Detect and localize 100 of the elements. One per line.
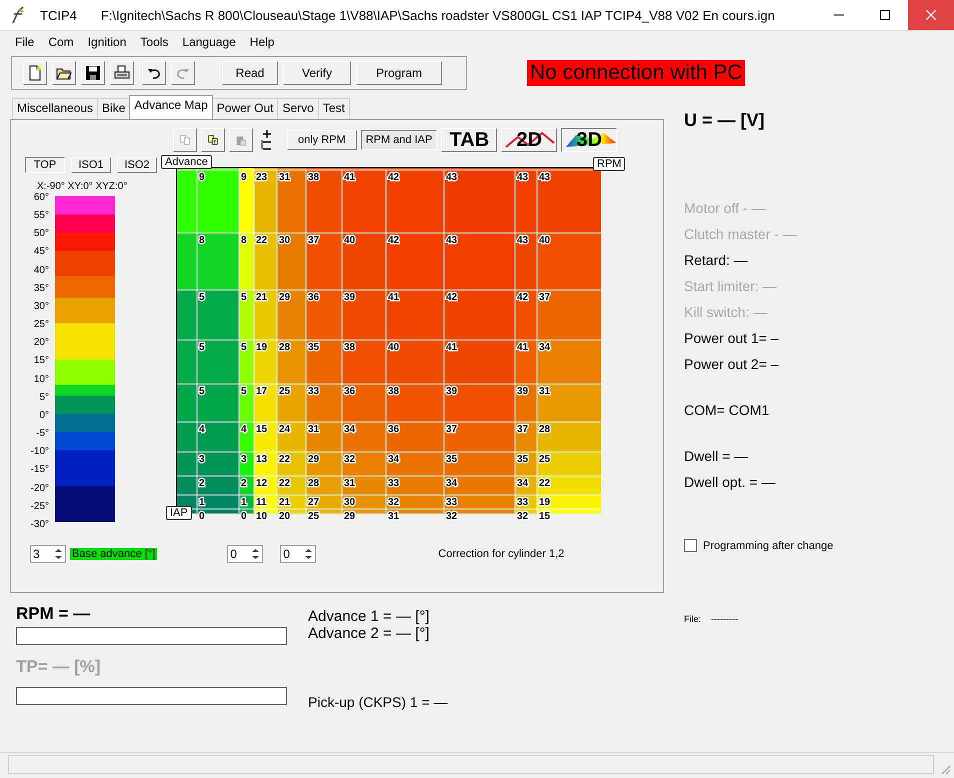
status-line: Clutch master - — xyxy=(684,225,798,244)
map-value: 11 xyxy=(256,497,267,508)
status-line: Dwell opt. = — xyxy=(684,473,776,492)
map-value: 33 xyxy=(446,497,458,508)
map-value: 40 xyxy=(539,235,550,246)
map-value: 37 xyxy=(308,235,320,246)
scale-label: -30° xyxy=(30,518,49,530)
scale-label: 45° xyxy=(32,246,49,258)
map-value: 29 xyxy=(279,292,290,303)
new-file-icon xyxy=(28,65,42,81)
map-value: 19 xyxy=(539,497,550,508)
map-tool-button[interactable] xyxy=(201,128,225,152)
map-value: 28 xyxy=(539,424,550,435)
map-value: 34 xyxy=(539,342,550,353)
map-value: 10 xyxy=(256,511,268,522)
map-value: 43 xyxy=(517,172,528,183)
toolbar-text-button[interactable]: Program xyxy=(356,61,442,85)
map-value: 1 xyxy=(241,497,247,508)
toolbar-text-button[interactable]: Verify xyxy=(283,61,351,85)
projection-button[interactable]: ISO1 xyxy=(71,157,111,173)
map-value: 0 xyxy=(241,511,247,522)
map-value: 39 xyxy=(517,386,528,397)
scale-label: -15° xyxy=(30,464,49,476)
scale-label: 5° xyxy=(38,392,49,403)
map-value: 33 xyxy=(308,386,320,397)
checkbox[interactable] xyxy=(684,539,697,552)
projection-button[interactable]: ISO2 xyxy=(117,157,157,173)
resize-grip-icon[interactable] xyxy=(939,763,951,775)
map-value: 5 xyxy=(241,292,247,303)
toolbar-button[interactable] xyxy=(23,61,47,85)
status-line: Power out 1= – xyxy=(684,329,780,348)
mode-button[interactable]: RPM and IAP xyxy=(360,130,438,150)
view-button[interactable]: TAB xyxy=(441,128,498,152)
file-path: F:\Ignitech\Sachs R 800\Clouseau\Stage 1\V88\IAP\Sachs roadster VS800GL CS1 IAP TCIP4_V88 V02 En cours.ign xyxy=(100,8,776,22)
menu-item[interactable]: Help xyxy=(242,35,282,49)
status-line: Retard: — xyxy=(684,251,749,270)
map-value: 1 xyxy=(199,497,205,508)
scale-label: -20° xyxy=(30,482,49,494)
number-spinner[interactable]: 0 xyxy=(227,545,264,563)
map-value: 3 xyxy=(241,454,247,465)
map-value: 41 xyxy=(517,342,528,353)
menu-item[interactable]: Language xyxy=(175,35,243,49)
tab[interactable]: Test xyxy=(318,98,350,119)
projection-button[interactable]: TOP xyxy=(25,157,65,173)
copy-icon xyxy=(180,133,190,147)
toolbar-button[interactable] xyxy=(110,61,134,85)
window-title: TCIP4 xyxy=(40,8,77,22)
map-value: 22 xyxy=(279,478,290,489)
map-value: 35 xyxy=(308,342,320,353)
maximize-icon xyxy=(880,10,890,20)
map-value: 42 xyxy=(446,292,458,303)
map-value: 37 xyxy=(517,424,528,435)
status-line: Start limiter: — xyxy=(684,277,778,296)
number-spinner[interactable]: 3 xyxy=(30,545,66,563)
tab[interactable]: Miscellaneous xyxy=(12,98,98,119)
scale-label: 50° xyxy=(32,228,49,240)
checkbox-label: Programming after change xyxy=(703,540,834,552)
toolbar-button[interactable] xyxy=(142,61,166,85)
map-value: 30 xyxy=(344,497,356,508)
menu-item[interactable]: Com xyxy=(41,35,81,49)
map-value: 8 xyxy=(241,235,247,246)
status-line: Power out 2= – xyxy=(684,355,780,374)
map-value: 20 xyxy=(279,511,290,522)
folder-icon xyxy=(56,66,72,80)
tab[interactable]: Advance Map xyxy=(129,95,213,119)
menu-item[interactable]: File xyxy=(8,35,42,49)
map-value: 31 xyxy=(539,386,550,397)
map-value: 31 xyxy=(279,172,290,183)
scale-label: 0° xyxy=(38,410,49,421)
undo-arrow-icon xyxy=(147,66,161,80)
map-value: 37 xyxy=(539,292,550,303)
map-value: 22 xyxy=(279,454,290,465)
map-value: 31 xyxy=(388,511,400,522)
map-value: 25 xyxy=(539,454,550,465)
menu-item[interactable]: Ignition xyxy=(80,35,134,49)
toolbar-button[interactable] xyxy=(52,61,76,85)
menu-item[interactable]: Tools xyxy=(133,35,176,49)
close-button[interactable] xyxy=(908,0,954,30)
map-value: 5 xyxy=(241,342,247,353)
toolbar-button[interactable] xyxy=(81,61,105,85)
map-value: 34 xyxy=(517,478,528,489)
number-spinner[interactable]: 0 xyxy=(280,545,316,563)
map-value: 42 xyxy=(388,235,400,246)
map-value: 31 xyxy=(308,424,320,435)
mode-button[interactable]: only RPM xyxy=(287,130,357,150)
map-value: 9 xyxy=(199,172,205,183)
status-line: Dwell = — xyxy=(684,447,750,466)
map-value: 2 xyxy=(199,478,205,489)
status-line: Motor off - — xyxy=(684,199,766,218)
connection-status: No connection with PC xyxy=(527,60,746,86)
scale-label: 25° xyxy=(32,319,49,330)
map-value: 9 xyxy=(241,172,247,183)
map-value: 40 xyxy=(344,235,356,246)
map-value: 2 xyxy=(241,478,247,489)
scale-label: 35° xyxy=(32,282,49,294)
scale-label: 30° xyxy=(32,300,49,312)
map-value: 35 xyxy=(446,454,458,465)
map-value: 28 xyxy=(279,342,290,353)
voltage-readout: U = — [V] xyxy=(684,110,766,131)
toolbar-text-button[interactable]: Read xyxy=(222,61,278,85)
